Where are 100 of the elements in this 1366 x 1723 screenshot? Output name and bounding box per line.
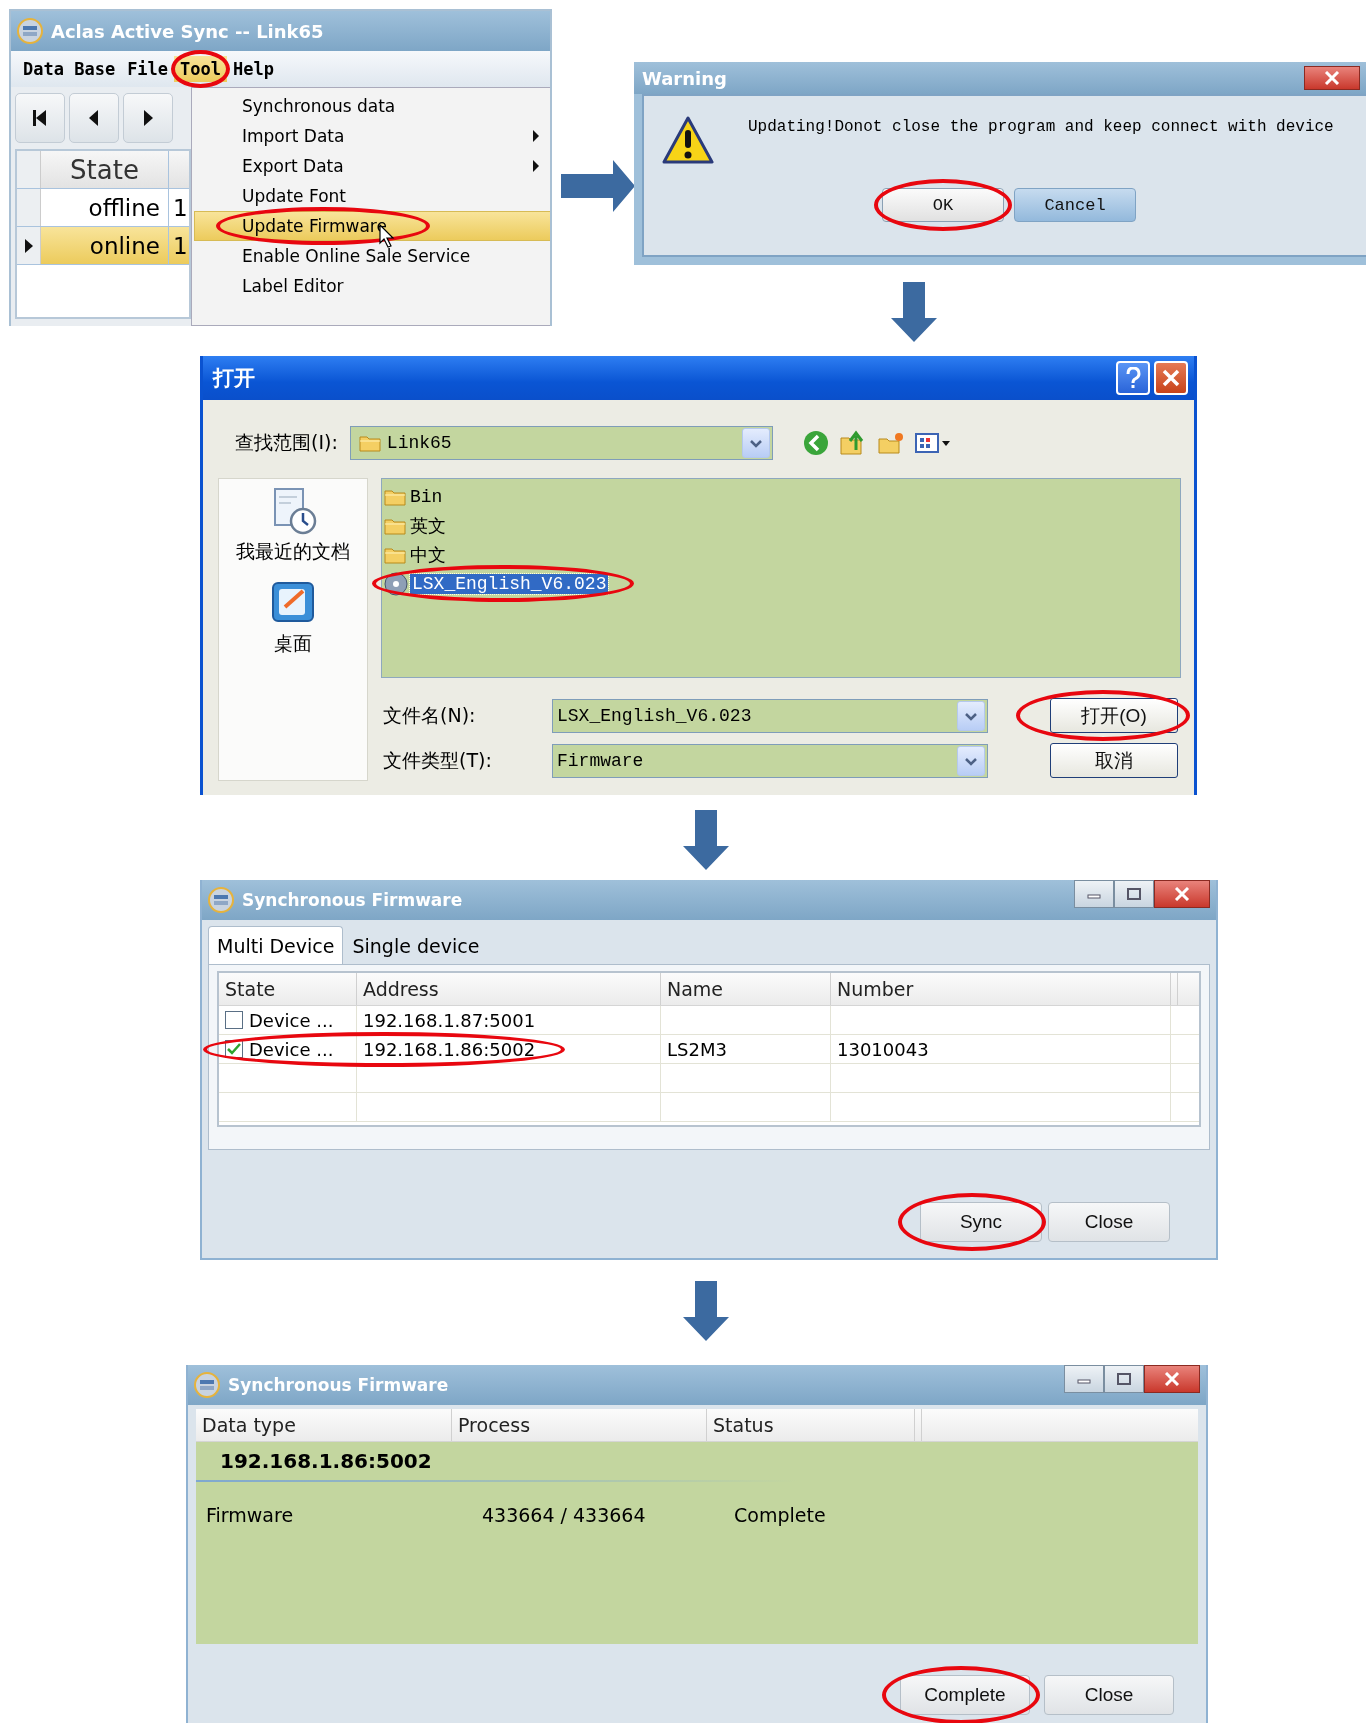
dropdown-button[interactable]	[741, 428, 770, 458]
field-label: 文件类型(T):	[382, 747, 493, 773]
column-header: Name	[661, 973, 831, 1005]
dialog-button[interactable]: 打开(O)	[1050, 698, 1178, 733]
column-header: Data type	[196, 1409, 452, 1441]
file-type-dropdown[interactable]: Firmware	[552, 743, 988, 778]
list-entry[interactable]: Bin	[384, 482, 445, 511]
dialog-button[interactable]: 取消	[1050, 743, 1178, 778]
file-name-field[interactable]: LSX_English_V6.023	[552, 698, 988, 733]
disc-icon	[384, 571, 408, 596]
list-entry[interactable]: 中文	[384, 540, 448, 569]
menu-item[interactable]: Enable Online Sale Service	[194, 241, 550, 271]
maximize-button[interactable]	[1114, 880, 1154, 908]
column-header: State	[41, 151, 169, 188]
flow-arrow	[891, 282, 937, 342]
table-cell: Device ...	[219, 1006, 357, 1034]
first-icon	[31, 108, 49, 128]
back-icon[interactable]	[802, 430, 829, 456]
table-cell: offline	[41, 189, 169, 226]
help-button[interactable]	[1116, 361, 1150, 395]
flow-arrow	[683, 810, 729, 870]
table-cell-text: Firmware	[205, 1504, 295, 1526]
place-item[interactable]: 桌面	[269, 579, 317, 657]
window-title: 打开	[213, 365, 256, 392]
next-button[interactable]	[123, 93, 173, 143]
dialog-button[interactable]: OK	[882, 188, 1004, 222]
dialog-button[interactable]: Sync	[920, 1202, 1042, 1242]
minimize-button[interactable]	[1074, 880, 1114, 908]
maximize-icon	[1117, 1373, 1131, 1385]
warning-message: Updating!Donot close the program and keep connect with device	[748, 118, 1334, 136]
first-button[interactable]	[15, 93, 65, 143]
folder-icon	[384, 516, 406, 535]
folder-dropdown[interactable]: Link65	[349, 426, 773, 460]
column-header	[169, 151, 189, 188]
minimize-button[interactable]	[1064, 1365, 1104, 1393]
window-title: Synchronous Firmware	[228, 1375, 450, 1395]
column-header: Number	[831, 973, 1171, 1005]
close-button[interactable]	[1154, 880, 1210, 908]
row-header	[17, 151, 41, 188]
close-button[interactable]	[1304, 66, 1360, 90]
place-item[interactable]: 我最近的文档	[236, 487, 350, 565]
window-title: Synchronous Firmware	[242, 890, 464, 910]
app-icon	[208, 887, 234, 913]
folder-icon	[384, 487, 406, 506]
window-title: Warning	[642, 67, 728, 89]
close-icon	[1164, 1372, 1180, 1386]
close-icon	[1162, 369, 1180, 387]
menu-item[interactable]: Synchronous data	[194, 91, 550, 121]
column-header: Process	[452, 1409, 707, 1441]
table-cell: 192.168.1.86:5002	[357, 1035, 661, 1063]
previous-button[interactable]	[69, 93, 119, 143]
dialog-button[interactable]: Close	[1044, 1675, 1174, 1715]
checkbox[interactable]	[225, 1011, 243, 1029]
close-icon	[1174, 887, 1190, 901]
app-icon	[17, 18, 43, 44]
maximize-button[interactable]	[1104, 1365, 1144, 1393]
view-menu-icon[interactable]	[914, 432, 951, 454]
submenu-arrow-icon	[532, 129, 540, 143]
folder-icon	[358, 434, 381, 452]
dropdown-button[interactable]	[957, 700, 985, 731]
menu-item[interactable]: Label Editor	[194, 271, 550, 301]
tab[interactable]: Single device	[343, 926, 489, 964]
table-cell: Complete	[734, 1504, 826, 1526]
dialog-button[interactable]: Cancel	[1014, 188, 1136, 222]
table-cell: 1	[169, 227, 189, 264]
menu-item[interactable]: Update Font	[194, 181, 550, 211]
column-header: Status	[707, 1409, 915, 1441]
field-label: 查找范围(I):	[235, 430, 338, 455]
menu-item[interactable]: Help	[227, 56, 280, 82]
window-title: Aclas Active Sync -- Link65	[51, 20, 325, 42]
menu-item[interactable]: Data Base	[17, 56, 122, 82]
menu-item[interactable]: Import Data	[194, 121, 550, 151]
folder-icon	[384, 545, 406, 564]
dialog-button[interactable]: Close	[1048, 1202, 1170, 1242]
table-cell: Device ...	[219, 1035, 357, 1063]
flow-arrow	[683, 1281, 729, 1341]
close-button[interactable]	[1144, 1365, 1200, 1393]
table-cell: online	[41, 227, 169, 264]
row-header[interactable]	[17, 227, 41, 264]
dropdown-button[interactable]	[957, 745, 985, 776]
field-label: 文件名(N):	[382, 702, 477, 728]
question-mark-icon	[1125, 367, 1141, 389]
table-cell-text: 1	[172, 193, 189, 223]
column-header: State	[219, 973, 357, 1005]
table-cell: 192.168.1.87:5001	[357, 1006, 661, 1034]
list-entry[interactable]: 英文	[384, 511, 448, 540]
row-indicator-icon	[23, 237, 34, 254]
menu-item[interactable]: Export Data	[194, 151, 550, 181]
tab[interactable]: Multi Device	[208, 926, 344, 964]
table-cell: 13010043	[831, 1035, 1171, 1063]
app-icon	[194, 1372, 220, 1398]
close-icon	[1324, 71, 1340, 85]
table-cell: LS2M3	[661, 1035, 831, 1063]
warning-icon	[662, 116, 714, 166]
column-header: Address	[357, 973, 661, 1005]
menu-item[interactable]: File	[121, 56, 175, 82]
submenu-arrow-icon	[532, 159, 540, 173]
maximize-icon	[1127, 888, 1141, 900]
check-icon	[227, 1043, 241, 1055]
dialog-button[interactable]: Complete	[900, 1675, 1030, 1715]
